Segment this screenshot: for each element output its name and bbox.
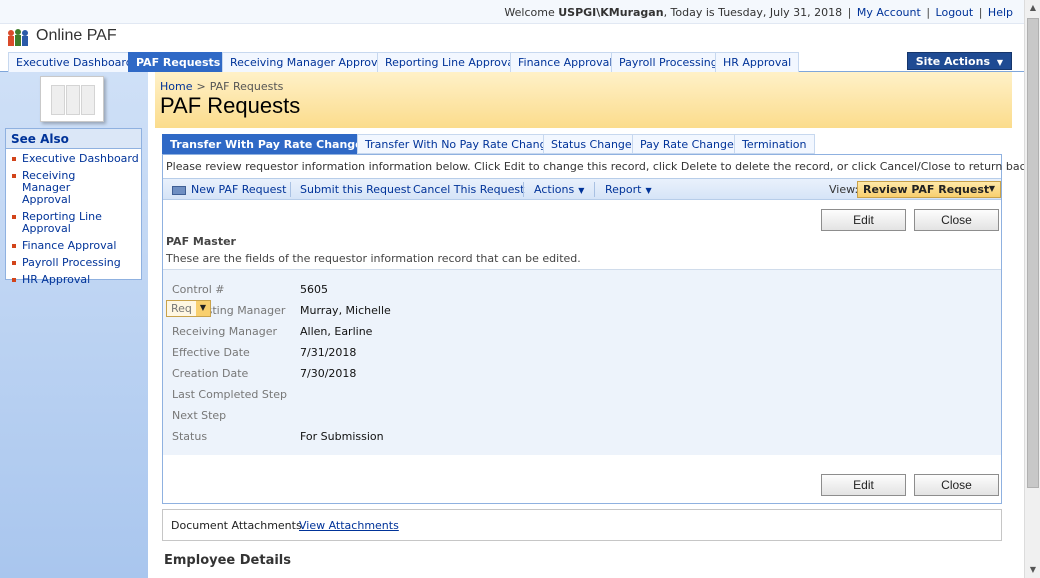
nav-tab-hr-approval[interactable]: HR Approval (715, 52, 800, 72)
view-label: View: (829, 183, 859, 196)
welcome-bar: Welcome USPGI\KMuragan, Today is Tuesday… (0, 0, 1024, 24)
field-label: Control # (172, 283, 225, 296)
list-toolbar: New PAF Request Submit this Request Canc… (163, 178, 1001, 200)
nav-tab-executive-dashboard[interactable]: Executive Dashboard (8, 52, 141, 72)
instruction-text: Please review requestor information info… (166, 160, 1036, 173)
tab-termination[interactable]: Termination (734, 134, 815, 154)
logout-link[interactable]: Logout (936, 6, 974, 19)
chevron-down-icon: ▼ (196, 301, 210, 316)
see-also-reporting-line-approval[interactable]: Reporting Line Approval (12, 211, 141, 235)
divider: | (978, 6, 983, 19)
tab-transfer-with-no-pay-rate-change[interactable]: Transfer With No Pay Rate Change (357, 134, 562, 154)
scroll-up-icon[interactable]: ▲ (1025, 0, 1040, 16)
field-value: Allen, Earline (300, 325, 373, 338)
document-attachments-box: Document Attachments View Attachments (162, 509, 1002, 541)
view-selector[interactable]: Review PAF Request ▼ (857, 181, 1001, 198)
close-button-top[interactable]: Close (914, 209, 999, 231)
see-also-panel: See Also Executive Dashboard Receiving M… (5, 128, 142, 286)
breadcrumb: Home > PAF Requests (160, 80, 283, 93)
see-also-finance-approval[interactable]: Finance Approval (12, 240, 141, 252)
paf-master-fields: Control # 5605 Requesting Manager Murray… (163, 269, 1001, 455)
nav-tab-reporting-line-approval[interactable]: Reporting Line Approval (377, 52, 526, 72)
nav-tab-receiving-manager-approval[interactable]: Receiving Manager Approval (222, 52, 396, 72)
user-name: USPGI\KMuragan (558, 6, 664, 19)
close-button-bottom[interactable]: Close (914, 474, 999, 496)
divider: | (847, 6, 852, 19)
nav-tab-paf-requests[interactable]: PAF Requests (128, 52, 229, 72)
new-paf-request-label: New PAF Request (191, 183, 287, 196)
left-navigation: See Also Executive Dashboard Receiving M… (0, 72, 148, 578)
field-label: Effective Date (172, 346, 250, 359)
welcome-label: Welcome (504, 6, 555, 19)
field-value: 7/31/2018 (300, 346, 357, 359)
tab-pay-rate-change[interactable]: Pay Rate Change (632, 134, 742, 154)
nav-tab-payroll-processing[interactable]: Payroll Processing (611, 52, 726, 72)
field-label: Last Completed Step (172, 388, 287, 401)
breadcrumb-separator: > (196, 80, 206, 93)
field-label: Next Step (172, 409, 227, 422)
new-item-icon (172, 185, 186, 195)
paf-master-description: These are the fields of the requestor in… (166, 252, 581, 265)
toolbar-divider (594, 182, 595, 197)
see-also-receiving-manager-approval[interactable]: Receiving Manager Approval (12, 170, 120, 206)
paf-master-panel: Please review requestor information info… (162, 154, 1035, 504)
new-paf-request-button[interactable]: New PAF Request (172, 183, 286, 196)
page-header: Home > PAF Requests PAF Requests (155, 72, 1012, 128)
page-icon (40, 76, 104, 122)
breadcrumb-home[interactable]: Home (160, 80, 192, 93)
top-navigation: Executive Dashboard PAF Requests Receivi… (0, 52, 1024, 72)
see-also-header: See Also (6, 129, 141, 149)
report-label: Report (605, 183, 642, 196)
help-link[interactable]: Help (988, 6, 1013, 19)
edit-button-bottom[interactable]: Edit (821, 474, 906, 496)
field-value: 5605 (300, 283, 328, 296)
view-attachments-link[interactable]: View Attachments (299, 519, 399, 532)
paf-master-heading: PAF Master (166, 235, 236, 248)
chevron-down-icon: ▼ (645, 186, 652, 195)
chevron-down-icon: ▼ (996, 58, 1003, 67)
my-account-link[interactable]: My Account (857, 6, 921, 19)
field-label: Receiving Manager (172, 325, 278, 338)
scrollbar-thumb[interactable] (1027, 18, 1039, 488)
edit-button-top[interactable]: Edit (821, 209, 906, 231)
actions-label: Actions (534, 183, 575, 196)
vertical-scrollbar[interactable]: ▲ ▼ (1024, 0, 1040, 578)
chevron-down-icon: ▼ (578, 186, 585, 195)
employee-details-heading: Employee Details (164, 553, 291, 568)
nav-tab-finance-approval[interactable]: Finance Approval (510, 52, 621, 72)
site-actions-menu[interactable]: Site Actions ▼ (906, 52, 1012, 70)
see-also-executive-dashboard[interactable]: Executive Dashboard (12, 153, 141, 165)
see-also-payroll-processing[interactable]: Payroll Processing (12, 257, 141, 269)
main-content: Transfer With Pay Rate Change Transfer W… (155, 128, 1035, 578)
see-also-hr-approval[interactable]: HR Approval (12, 274, 141, 286)
site-actions-label: Site Actions (915, 55, 990, 68)
cancel-request-button[interactable]: Cancel This Request (413, 183, 524, 196)
document-attachments-label: Document Attachments (171, 519, 302, 532)
divider: | (926, 6, 931, 19)
tab-status-change[interactable]: Status Change (543, 134, 640, 154)
breadcrumb-current: PAF Requests (209, 80, 284, 93)
toolbar-divider (523, 182, 524, 197)
view-selector-value: Review PAF Request (863, 183, 990, 196)
field-label: Creation Date (172, 367, 249, 380)
toolbar-divider (290, 182, 291, 197)
field-value: For Submission (300, 430, 384, 443)
field-context-menu[interactable]: Req ▼ (166, 300, 211, 317)
actions-menu[interactable]: Actions ▼ (534, 183, 584, 196)
field-value: 7/30/2018 (300, 367, 357, 380)
scroll-down-icon[interactable]: ▼ (1025, 562, 1040, 578)
field-label: Status (172, 430, 208, 443)
submit-request-button[interactable]: Submit this Request (300, 183, 411, 196)
chevron-down-icon: ▼ (988, 184, 995, 193)
field-context-menu-text: Req (171, 302, 192, 315)
people-logo-icon (8, 29, 28, 46)
field-value: Murray, Michelle (300, 304, 391, 317)
today-text: , Today is Tuesday, July 31, 2018 (663, 6, 843, 19)
site-title-row: Online PAF (0, 24, 1024, 52)
site-title[interactable]: Online PAF (36, 27, 117, 45)
report-menu[interactable]: Report ▼ (605, 183, 652, 196)
page-title: PAF Requests (160, 93, 301, 118)
tab-transfer-with-pay-rate-change[interactable]: Transfer With Pay Rate Change (162, 134, 371, 154)
